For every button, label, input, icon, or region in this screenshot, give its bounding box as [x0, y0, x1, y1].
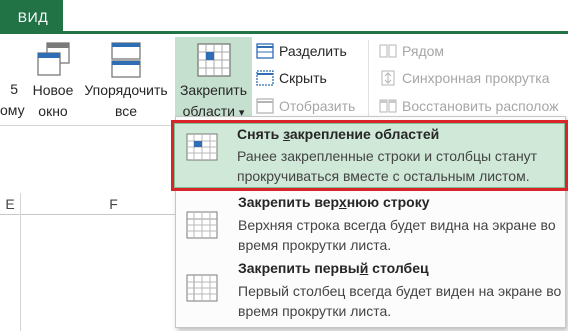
ribbon-tab-strip: ВИД — [0, 0, 568, 34]
hide-label: Скрыть — [279, 70, 327, 86]
freeze-top-row-title: Закрепить верхнюю строку — [238, 194, 430, 210]
arrange-all-icon — [107, 40, 145, 80]
new-window-button[interactable]: Новое окно — [27, 40, 79, 124]
sync-scroll-label: Синхронная прокрутка — [402, 70, 550, 86]
cutoff-label-2[interactable]: ому — [0, 102, 25, 118]
side-by-side-button[interactable]: Рядом — [379, 41, 444, 61]
reset-position-button[interactable]: Восстановить располож — [379, 96, 559, 116]
new-window-label-line2: окно — [38, 103, 68, 119]
hide-window-icon — [256, 70, 274, 86]
split-button[interactable]: Разделить — [256, 41, 347, 61]
freeze-top-row-item[interactable]: Закрепить верхнюю строку Верхняя строка … — [176, 191, 565, 257]
unhide-window-icon — [256, 98, 274, 114]
unfreeze-panes-title: Снять закрепление областей — [237, 126, 440, 142]
gridline — [20, 193, 21, 331]
column-header-e[interactable]: E — [0, 193, 20, 215]
unfreeze-panes-description: Ранее закрепленные строки и столбцы стан… — [237, 148, 538, 184]
new-window-icon — [34, 40, 72, 80]
freeze-panes-button[interactable]: Закрепить области ▾ — [175, 37, 252, 125]
unfreeze-panes-icon — [186, 133, 218, 161]
arrange-all-label-line1: Упорядочить — [84, 82, 168, 98]
freeze-top-row-description: Верхняя строка всегда будет видна на экр… — [238, 217, 556, 253]
unhide-label: Отобразить — [279, 98, 356, 114]
side-by-side-label: Рядом — [402, 43, 445, 59]
freeze-panes-icon — [195, 40, 233, 80]
freeze-first-column-icon — [186, 274, 218, 302]
freeze-first-column-title: Закрепить первый столбец — [238, 260, 429, 276]
reset-position-label: Восстановить располож — [402, 98, 559, 114]
unfreeze-panes-item[interactable]: Снять закрепление областей Ранее закрепл… — [171, 120, 568, 191]
freeze-first-column-item[interactable]: Закрепить первый столбец Первый столбец … — [176, 257, 565, 327]
freeze-panes-label-line1: Закрепить — [179, 82, 248, 98]
arrange-all-label-line2: все — [114, 103, 138, 119]
hide-button[interactable]: Скрыть — [256, 68, 327, 88]
cutoff-label-1[interactable]: 5 — [0, 81, 18, 97]
split-label: Разделить — [279, 43, 347, 59]
side-by-side-icon — [379, 43, 397, 59]
sync-scroll-button[interactable]: Синхронная прокрутка — [379, 68, 550, 88]
split-icon — [256, 43, 274, 59]
tab-view[interactable]: ВИД — [3, 0, 63, 34]
new-window-label-line1: Новое — [32, 82, 74, 98]
ribbon-view: 5 ому Новое окно Упорядочить все Закрепи… — [0, 34, 568, 126]
unhide-button[interactable]: Отобразить — [256, 96, 355, 116]
reset-position-icon — [379, 98, 397, 114]
arrange-all-button[interactable]: Упорядочить все — [80, 40, 172, 124]
freeze-first-column-description: Первый столбец всегда будет виден на экр… — [238, 283, 562, 319]
freeze-top-row-icon — [186, 211, 218, 239]
ribbon-separator — [368, 40, 369, 120]
sync-scroll-icon — [379, 70, 397, 86]
